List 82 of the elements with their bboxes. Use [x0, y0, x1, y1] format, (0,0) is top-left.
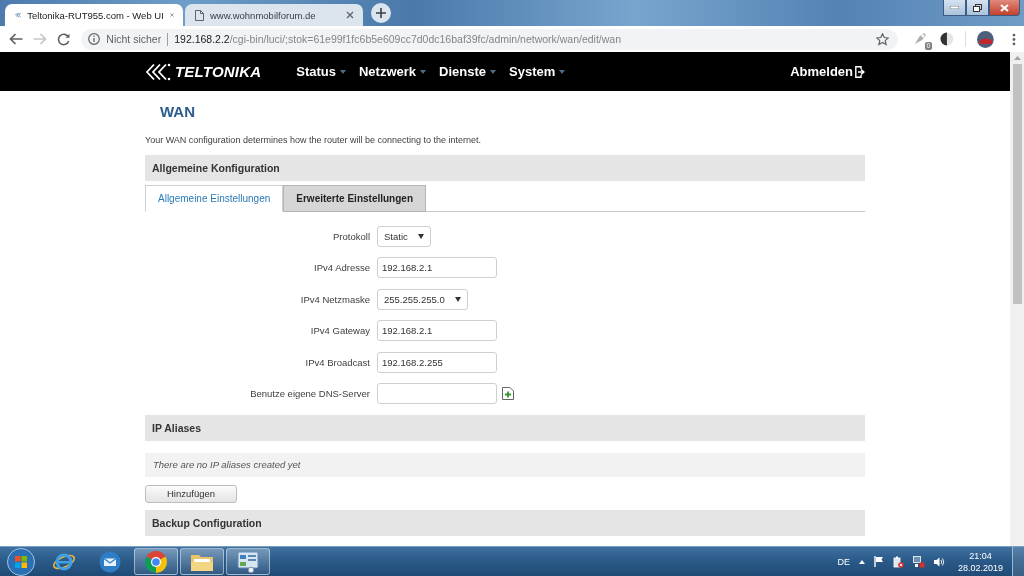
back-arrow-icon: [8, 33, 23, 45]
taskbar-app-button[interactable]: [180, 548, 224, 575]
empty-message: There are no IP aliases created yet: [145, 452, 865, 477]
caret-down-icon: [340, 69, 346, 74]
caret-down-icon: [420, 69, 427, 74]
network-icon[interactable]: [912, 555, 925, 568]
battery-icon[interactable]: [892, 555, 904, 568]
section-header: IP Aliases: [145, 414, 865, 441]
section-header: Allgemeine Konfiguration: [145, 155, 865, 181]
close-icon: [1000, 3, 1009, 12]
nav-menu-item[interactable]: System: [509, 64, 566, 79]
plus-icon: [376, 8, 386, 18]
field-label: Benutze eigene DNS-Server: [249, 388, 370, 400]
exit-icon: [855, 65, 865, 78]
add-button[interactable]: Hinzufügen: [145, 484, 237, 503]
chevron-logo-icon: [15, 10, 22, 20]
clock-time: 21:04: [969, 550, 992, 561]
settings-tab[interactable]: Allgemeine Einstellungen: [145, 185, 284, 212]
back-button[interactable]: [8, 31, 24, 47]
logout-link[interactable]: Abmelden: [790, 64, 865, 79]
mail-icon: [99, 550, 121, 573]
nav-menu-item[interactable]: Status: [296, 64, 346, 79]
half-circle-icon[interactable]: [940, 32, 955, 46]
taskbar-app-button[interactable]: [134, 548, 178, 575]
clock-date: 28.02.2019: [957, 562, 1003, 573]
close-icon[interactable]: [169, 11, 174, 19]
dropdown-caret-icon: [417, 233, 424, 239]
page-title: WAN: [160, 103, 196, 121]
reload-button[interactable]: [55, 31, 72, 47]
text-input[interactable]: 192.168.2.255: [377, 351, 497, 373]
logo-text: TELTONIKA: [175, 63, 262, 80]
section-header: Backup Configuration: [145, 509, 865, 536]
select-field[interactable]: Static: [377, 225, 431, 247]
restore-icon: [973, 3, 982, 12]
flag-icon[interactable]: [873, 556, 884, 567]
page-icon: [195, 9, 204, 21]
star-icon[interactable]: [876, 32, 890, 46]
language-indicator[interactable]: DE: [837, 556, 850, 567]
show-desktop-button[interactable]: [1012, 547, 1024, 576]
page-description: Your WAN configuration determines how the router will be connecting to the internet.: [145, 134, 483, 147]
url-text: 192.168.2.2/cgi-bin/luci/;stok=61e99f1fc6b5e609cc7d0dc16baf39fc/admin/network/wan/edit/wan: [174, 33, 622, 45]
settings-tab[interactable]: Erweiterte Einstellungen: [283, 185, 426, 212]
field-label: IPv4 Gateway: [309, 325, 370, 337]
select-field[interactable]: 255.255.255.0: [377, 288, 468, 310]
browser-tab[interactable]: www.wohnmobilforum.de: [185, 4, 363, 26]
tricolor-orb-icon: [145, 550, 167, 573]
four-color-logo-icon: [7, 547, 35, 576]
caret-down-icon: [490, 69, 497, 74]
nav-menu-item[interactable]: Dienste: [439, 64, 497, 79]
control-panel-icon: [237, 550, 259, 573]
chevron-logo-icon: [145, 62, 171, 81]
browser-tab[interactable]: Teltonika-RUT955.com - Web UI: [5, 4, 183, 26]
field-label: IPv4 Netzmaske: [299, 293, 370, 305]
nav-menu-item[interactable]: Netzwerk: [359, 64, 427, 79]
close-window-button[interactable]: [989, 0, 1020, 16]
forward-arrow-icon: [32, 33, 47, 45]
extension-icon[interactable]: [912, 31, 929, 47]
info-icon: [88, 33, 101, 45]
speaker-icon[interactable]: [933, 556, 945, 567]
caret-up-icon[interactable]: [858, 559, 865, 564]
security-label: Nicht sicher: [106, 33, 162, 45]
reload-icon: [56, 32, 70, 46]
caret-down-icon: [559, 69, 566, 74]
text-input[interactable]: 192.168.2.1: [377, 320, 497, 342]
scrollbar-thumb[interactable]: [1012, 64, 1022, 304]
add-icon[interactable]: [502, 387, 514, 401]
field-label: IPv4 Broadcast: [304, 356, 370, 368]
scrollbar[interactable]: [1010, 52, 1024, 546]
field-label: Protokoll: [332, 230, 370, 242]
address-bar[interactable]: Nicht sicher 192.168.2.2/cgi-bin/luci/;stok=61e99f1fc6b5e609cc7d0dc16baf39fc/admin/network/wan/edit/wan: [81, 28, 899, 50]
text-input[interactable]: 192.168.2.1: [377, 257, 497, 279]
dropdown-caret-icon: [454, 296, 461, 302]
menu-icon[interactable]: [1012, 32, 1016, 46]
avatar-icon[interactable]: [977, 30, 995, 48]
close-icon[interactable]: [346, 11, 354, 19]
minimize-button[interactable]: [943, 0, 966, 16]
maximize-button[interactable]: [966, 0, 989, 16]
minimize-icon: [950, 6, 959, 9]
field-label: IPv4 Adresse: [313, 262, 370, 274]
taskbar-app-button[interactable]: [226, 548, 270, 575]
text-input[interactable]: [377, 383, 497, 405]
new-tab-button[interactable]: [371, 3, 391, 23]
